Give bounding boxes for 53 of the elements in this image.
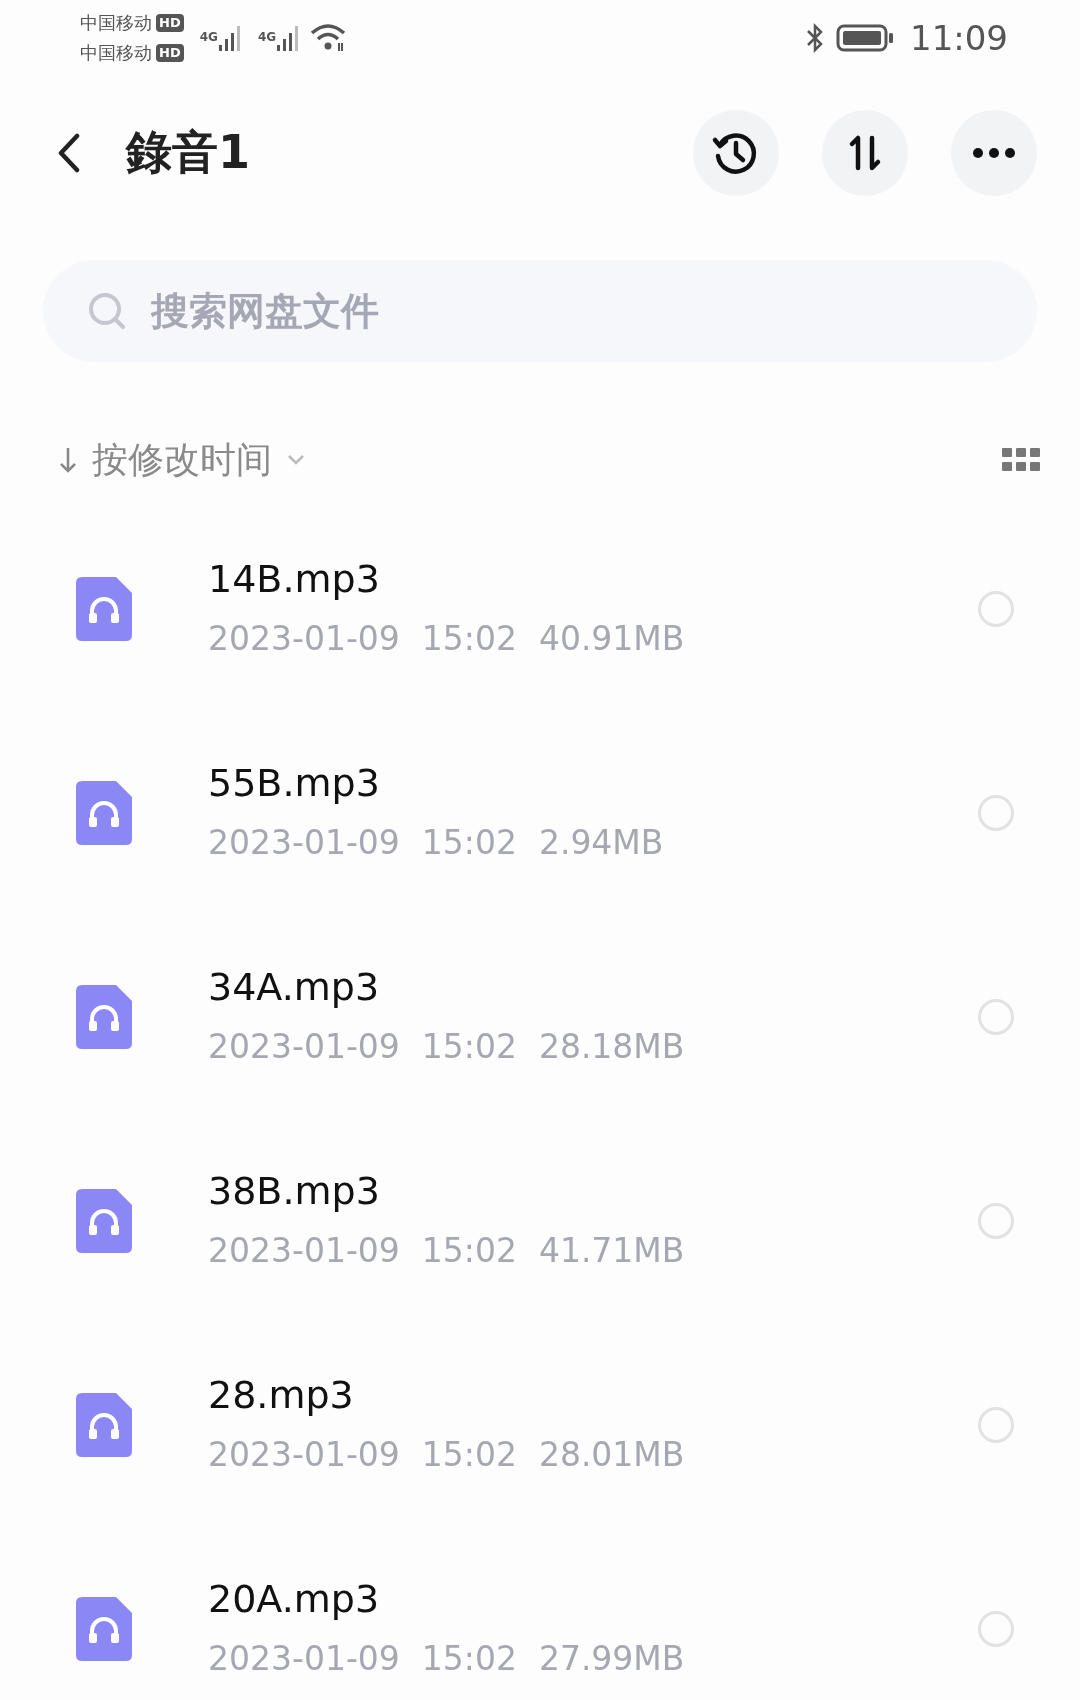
audio-file-icon: [76, 781, 132, 845]
audio-file-icon: [76, 1189, 132, 1253]
file-size: 28.18MB: [538, 1026, 685, 1068]
file-name[interactable]: 20A.mp3: [208, 1576, 978, 1622]
file-size: 40.91MB: [538, 618, 685, 660]
audio-file-icon: [76, 1597, 132, 1661]
file-date: 2023-01-09: [208, 618, 400, 660]
file-time: 15:02: [421, 618, 517, 660]
network-label: 4G: [199, 30, 218, 44]
network-label: 4G: [257, 30, 277, 44]
file-date: 2023-01-09: [208, 1230, 400, 1272]
signal-icon: [217, 24, 242, 52]
select-radio[interactable]: [978, 1407, 1014, 1443]
file-name[interactable]: 34A.mp3: [208, 964, 978, 1010]
search-icon: [87, 291, 127, 331]
file-size: 28.01MB: [538, 1434, 685, 1476]
file-time: 15:02: [421, 1026, 517, 1068]
file-time: 15:02: [421, 1434, 517, 1476]
select-radio[interactable]: [978, 1611, 1014, 1647]
down-arrow-icon: [58, 445, 78, 475]
chevron-down-icon: [286, 453, 306, 467]
file-date: 2023-01-09: [208, 822, 400, 864]
file-size: 41.71MB: [538, 1230, 685, 1272]
file-name[interactable]: 55B.mp3: [208, 760, 978, 806]
file-date: 2023-01-09: [208, 1434, 400, 1476]
battery-icon: [836, 23, 894, 53]
file-name[interactable]: 28.mp3: [208, 1372, 978, 1418]
file-name[interactable]: 38B.mp3: [208, 1168, 978, 1214]
hd-badge: HD: [156, 14, 184, 32]
clock: 11:09: [910, 18, 1008, 58]
select-radio[interactable]: [978, 1203, 1014, 1239]
file-date: 2023-01-09: [208, 1026, 400, 1068]
back-icon[interactable]: [56, 133, 82, 173]
carrier-name: 中国移动: [80, 11, 152, 35]
select-radio[interactable]: [978, 795, 1014, 831]
hd-badge: HD: [156, 44, 184, 62]
carrier-name: 中国移动: [80, 41, 152, 65]
grid-view-icon[interactable]: [1002, 448, 1040, 472]
file-size: 2.94MB: [538, 822, 664, 864]
select-radio[interactable]: [978, 591, 1014, 627]
select-radio[interactable]: [978, 999, 1014, 1035]
file-time: 15:02: [421, 1230, 517, 1272]
audio-file-icon: [76, 577, 132, 641]
file-time: 15:02: [421, 1638, 517, 1680]
folder-title: 錄音1: [126, 124, 250, 181]
signal-icon: [276, 24, 301, 52]
more-icon: [971, 146, 1017, 160]
audio-file-icon: [76, 985, 132, 1049]
file-size: 27.99MB: [538, 1638, 685, 1680]
file-date: 2023-01-09: [208, 1638, 400, 1680]
file-time: 15:02: [421, 822, 517, 864]
file-name[interactable]: 14B.mp3: [208, 556, 978, 602]
audio-file-icon: [76, 1393, 132, 1457]
